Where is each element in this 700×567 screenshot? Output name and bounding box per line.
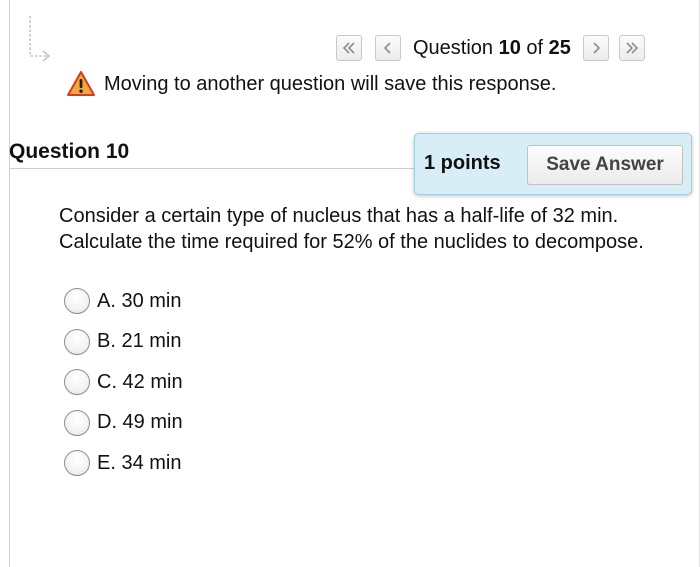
option-label: D. 49 min bbox=[97, 411, 183, 433]
answer-option-c[interactable]: C. 42 min bbox=[64, 367, 183, 397]
option-label: B. 21 min bbox=[97, 330, 182, 352]
radio-button[interactable] bbox=[64, 450, 90, 476]
warning-triangle-icon bbox=[67, 71, 95, 96]
double-chevron-right-icon bbox=[626, 42, 639, 54]
answer-option-a[interactable]: A. 30 min bbox=[64, 286, 183, 316]
radio-button[interactable] bbox=[64, 409, 90, 436]
save-answer-button[interactable]: Save Answer bbox=[527, 145, 683, 185]
answer-option-d[interactable]: D. 49 min bbox=[64, 408, 183, 438]
previous-question-button[interactable] bbox=[375, 35, 401, 61]
warning-text: Moving to another question will save thi… bbox=[104, 72, 557, 95]
answer-options: A. 30 min B. 21 min C. 42 min D. 49 min … bbox=[64, 286, 183, 489]
question-navigation: Question 10 of 25 bbox=[336, 34, 645, 62]
answer-option-e[interactable]: E. 34 min bbox=[64, 448, 183, 478]
counter-prefix: Question bbox=[413, 36, 499, 59]
question-heading: Question 10 bbox=[9, 140, 130, 163]
option-label: E. 34 min bbox=[97, 451, 182, 474]
radio-button[interactable] bbox=[64, 369, 90, 395]
heading-divider bbox=[9, 168, 429, 169]
chevron-right-icon bbox=[593, 42, 601, 54]
last-question-button[interactable] bbox=[618, 35, 645, 61]
next-question-button[interactable] bbox=[582, 35, 609, 61]
save-warning: Moving to another question will save thi… bbox=[66, 70, 556, 98]
first-question-button[interactable] bbox=[336, 35, 362, 61]
answer-option-b[interactable]: B. 21 min bbox=[64, 327, 183, 357]
radio-button[interactable] bbox=[64, 328, 90, 355]
return-arrow-icon bbox=[29, 16, 51, 62]
points-label: 1 points bbox=[424, 152, 501, 174]
chevron-left-icon bbox=[383, 42, 391, 54]
radio-button[interactable] bbox=[64, 288, 90, 314]
question-text: Consider a certain type of nucleus that … bbox=[59, 205, 644, 253]
double-chevron-left-icon bbox=[342, 42, 355, 54]
counter-of: of bbox=[520, 36, 549, 59]
current-question-number: 10 bbox=[498, 36, 521, 59]
left-border bbox=[9, 0, 10, 567]
quiz-page: Question 10 of 25 Moving to another ques… bbox=[0, 0, 700, 567]
option-label: C. 42 min bbox=[97, 370, 183, 393]
question-counter: Question 10 of 25 bbox=[413, 37, 571, 60]
option-label: A. 30 min bbox=[97, 289, 182, 312]
points-panel: 1 points Save Answer bbox=[414, 133, 692, 195]
total-questions: 25 bbox=[548, 36, 571, 59]
